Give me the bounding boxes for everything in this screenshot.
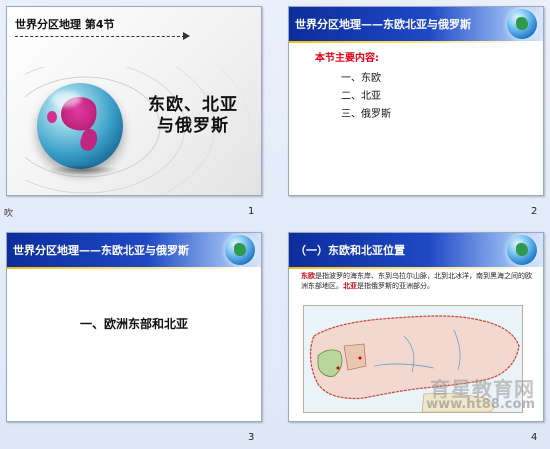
slide-1-subtitle: 世界分区地理 第4节 <box>15 18 115 31</box>
content-item: 三、俄罗斯 <box>341 109 391 120</box>
slide-header: 世界分区地理——东欧北亚与俄罗斯 <box>289 7 543 41</box>
content-item: 二、北亚 <box>341 91 381 102</box>
slide-header: 世界分区地理——东欧北亚与俄罗斯 <box>7 233 261 267</box>
term-east-europe: 东欧 <box>301 272 315 280</box>
globe-icon <box>225 235 255 265</box>
slide-2-thumbnail[interactable]: 世界分区地理——东欧北亚与俄罗斯 本节主要内容: 一、东欧 二、北亚 三、俄罗斯 <box>288 6 544 196</box>
title-line-2: 与俄罗斯 <box>157 116 229 136</box>
header-title: 世界分区地理——东欧北亚与俄罗斯 <box>13 244 189 257</box>
slide-header: （一）东欧和北亚位置 <box>289 233 543 267</box>
slide-1-title: 东欧、北亚 与俄罗斯 <box>127 95 259 137</box>
slide-4-paragraph: 东欧是指波罗的海东岸、东到乌拉尔山脉，北到北冰洋，南到黑海之间的欧洲东部地区。北… <box>301 271 535 291</box>
header-divider <box>7 267 261 269</box>
definition-north-asia: 是指俄罗斯的亚洲部分。 <box>357 282 434 290</box>
header-title: （一）东欧和北亚位置 <box>295 244 405 257</box>
title-line-1: 东欧、北亚 <box>148 95 238 115</box>
globe-shadow <box>47 165 119 175</box>
header-divider <box>289 267 543 269</box>
header-divider <box>289 41 543 43</box>
header-title: 世界分区地理——东欧北亚与俄罗斯 <box>295 18 471 31</box>
slide-4-thumbnail[interactable]: （一）东欧和北亚位置 东欧是指波罗的海东岸、东到乌拉尔山脉，北到北冰洋，南到黑海… <box>288 232 544 422</box>
globe-icon <box>507 9 537 39</box>
section-title: 本节主要内容: <box>315 53 379 64</box>
globe-icon <box>507 235 537 265</box>
slide-1-thumbnail[interactable]: 世界分区地理 第4节 东欧、北亚 与俄罗斯 <box>6 6 262 196</box>
corner-note: 吹 <box>4 209 14 219</box>
content-item: 一、东欧 <box>341 73 381 84</box>
slide-number-2: 2 <box>531 206 538 217</box>
dashed-line <box>15 36 185 37</box>
term-north-asia: 北亚 <box>343 282 357 290</box>
slide-3-heading: 一、欧洲东部和北亚 <box>79 317 188 331</box>
arrow-icon <box>183 32 190 40</box>
slide-number-4: 4 <box>531 432 538 443</box>
slide-number-3: 3 <box>248 432 255 443</box>
watermark-url: www.ht88.com <box>426 397 535 412</box>
globe-icon <box>37 83 123 169</box>
slide-3-thumbnail[interactable]: 世界分区地理——东欧北亚与俄罗斯 一、欧洲东部和北亚 <box>6 232 262 422</box>
slide-number-1: 1 <box>248 206 255 217</box>
